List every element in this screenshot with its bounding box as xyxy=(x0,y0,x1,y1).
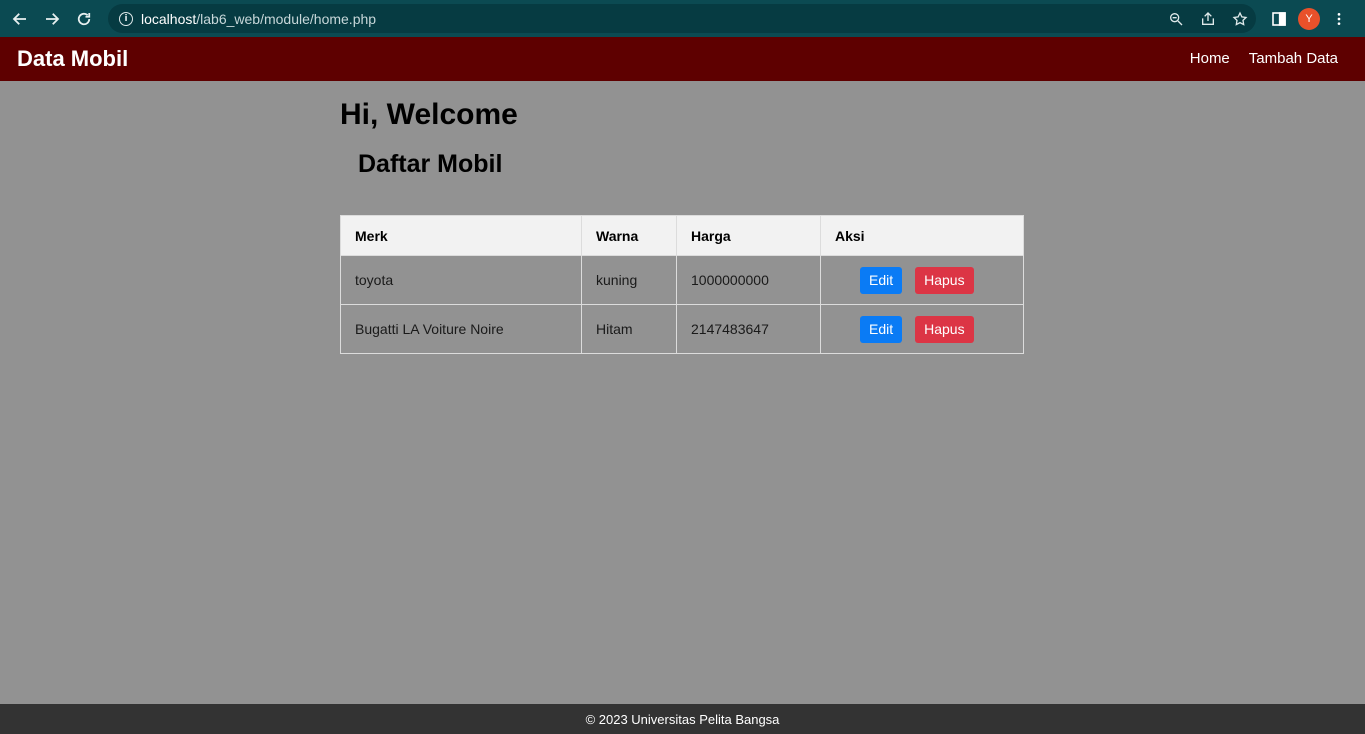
nav-link-tambah-data[interactable]: Tambah Data xyxy=(1249,50,1338,67)
column-header-harga: Harga xyxy=(676,215,821,256)
cell-merk: toyota xyxy=(340,255,582,305)
back-icon[interactable] xyxy=(4,0,36,37)
welcome-heading: Hi, Welcome xyxy=(340,98,518,131)
site-brand[interactable]: Data Mobil xyxy=(17,46,128,72)
url-text[interactable]: localhost/lab6_web/module/home.php xyxy=(141,11,376,27)
edit-button[interactable]: Edit xyxy=(860,266,903,294)
column-header-aksi: Aksi xyxy=(820,215,1024,256)
cell-warna: Hitam xyxy=(581,304,677,354)
nav-link-home[interactable]: Home xyxy=(1190,50,1230,67)
site-info-icon[interactable]: i xyxy=(119,11,133,26)
table-row: toyota kuning 1000000000 Edit Hapus xyxy=(340,255,1024,305)
edit-button[interactable]: Edit xyxy=(860,315,903,343)
site-footer: © 2023 Universitas Pelita Bangsa xyxy=(0,704,1365,734)
side-panel-icon[interactable] xyxy=(1264,11,1294,27)
cell-merk: Bugatti LA Voiture Noire xyxy=(340,304,582,354)
delete-button[interactable]: Hapus xyxy=(915,266,974,294)
zoom-icon[interactable] xyxy=(1160,11,1192,27)
cell-aksi: Edit Hapus xyxy=(820,255,1024,305)
bookmark-star-icon[interactable] xyxy=(1224,10,1256,27)
table-header-row: Merk Warna Harga Aksi xyxy=(340,215,1024,256)
cell-harga: 1000000000 xyxy=(676,255,821,305)
top-nav: Home Tambah Data xyxy=(1190,50,1338,67)
reload-icon[interactable] xyxy=(68,0,100,37)
cell-aksi: Edit Hapus xyxy=(820,304,1024,354)
profile-avatar[interactable]: Y xyxy=(1294,7,1324,30)
section-title: Daftar Mobil xyxy=(358,150,503,178)
site-header: Data Mobil Home Tambah Data xyxy=(0,37,1365,81)
column-header-merk: Merk xyxy=(340,215,582,256)
address-bar[interactable]: i localhost/lab6_web/module/home.php xyxy=(108,4,1256,33)
footer-text: © 2023 Universitas Pelita Bangsa xyxy=(585,711,780,727)
menu-kebab-icon[interactable] xyxy=(1324,11,1354,27)
cell-warna: kuning xyxy=(581,255,677,305)
browser-toolbar: i localhost/lab6_web/module/home.php Y xyxy=(0,0,1365,37)
cell-harga: 2147483647 xyxy=(676,304,821,354)
car-table: Merk Warna Harga Aksi toyota kuning 1000… xyxy=(340,215,1024,354)
forward-icon[interactable] xyxy=(36,0,68,37)
delete-button[interactable]: Hapus xyxy=(915,315,974,343)
table-row: Bugatti LA Voiture Noire Hitam 214748364… xyxy=(340,304,1024,354)
column-header-warna: Warna xyxy=(581,215,677,256)
share-icon[interactable] xyxy=(1192,11,1224,27)
